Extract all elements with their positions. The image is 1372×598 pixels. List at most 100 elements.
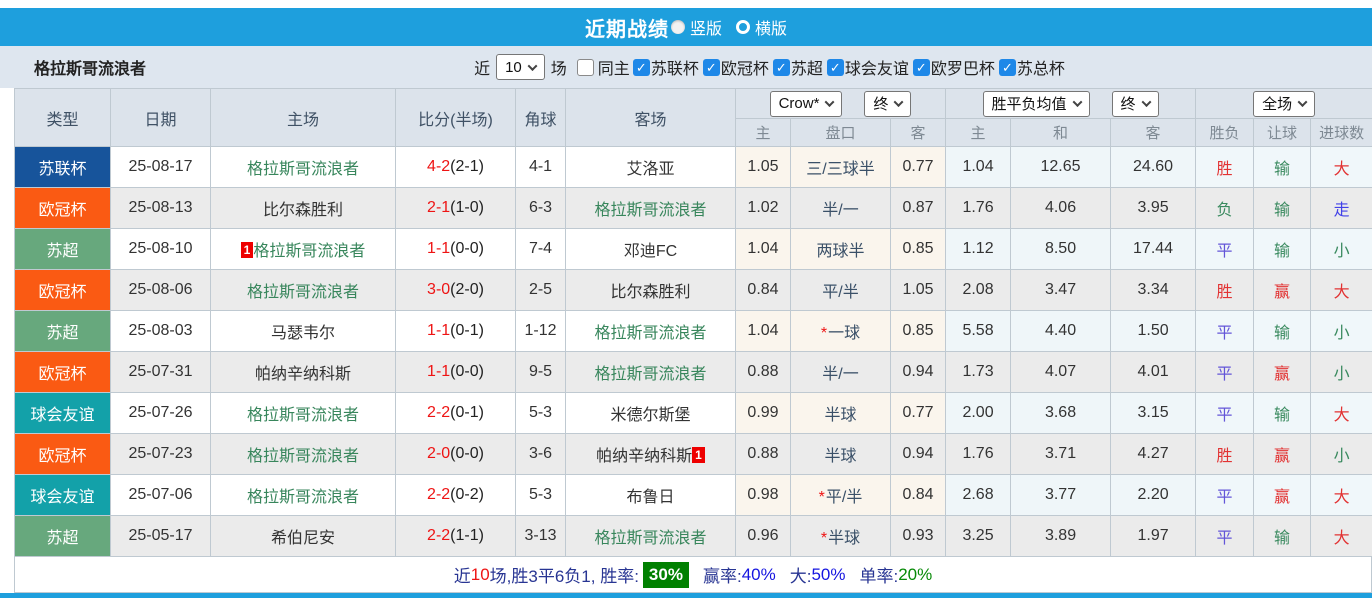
team-link[interactable]: 格拉斯哥流浪者 xyxy=(247,407,359,424)
goals-result-cell: 小 xyxy=(1310,310,1372,352)
scope-select[interactable]: 全场 xyxy=(1253,90,1316,117)
league-checkbox-label[interactable]: 苏联杯 xyxy=(651,55,699,79)
odds-away-cell: 0.93 xyxy=(889,515,947,557)
odds-group-header: Crow* 终 xyxy=(734,88,947,119)
handicap-result-cell: 输 xyxy=(1253,310,1312,352)
odds-away-cell: 0.85 xyxy=(889,228,947,270)
mean-away-cell: 4.27 xyxy=(1110,433,1197,475)
radio-vertical-selected[interactable] xyxy=(670,20,685,34)
handicap-line-cell: 三/三球半 xyxy=(790,146,891,188)
mean-draw-cell: 4.07 xyxy=(1010,351,1112,393)
team-name: 格拉斯哥流浪者 xyxy=(34,61,147,78)
radio-vertical-label[interactable]: 竖版 xyxy=(690,15,722,39)
same-home-label: 同主 xyxy=(597,61,630,78)
league-checkbox[interactable]: ✓ xyxy=(632,58,650,76)
odds-away-cell: 0.77 xyxy=(889,146,947,188)
team-link: 布鲁日 xyxy=(626,489,675,506)
mean-home-cell: 3.25 xyxy=(945,515,1012,557)
league-checkbox-label[interactable]: 球会友谊 xyxy=(845,55,909,79)
col-handicap: 让球 xyxy=(1253,118,1312,147)
team-link[interactable]: 格拉斯哥流浪者 xyxy=(247,448,359,465)
goals-result-cell: 小 xyxy=(1310,433,1372,475)
corner-cell: 6-3 xyxy=(515,187,566,229)
home-team-cell: 帕纳辛纳科斯 xyxy=(210,351,396,393)
team-link: 比尔森胜利 xyxy=(262,202,343,219)
league-checkbox-label[interactable]: 欧冠杯 xyxy=(721,55,769,79)
score-cell: 2-2(0-1) xyxy=(395,392,516,434)
league-checkbox-label[interactable]: 欧罗巴杯 xyxy=(931,55,995,79)
radio-horizontal-label[interactable]: 横版 xyxy=(755,15,787,39)
away-team-cell: 格拉斯哥流浪者 xyxy=(565,515,736,557)
goals-result-cell: 大 xyxy=(1310,474,1372,516)
goals-result-cell: 走 xyxy=(1310,187,1372,229)
league-checkbox[interactable]: ✓ xyxy=(912,58,930,76)
team-link[interactable]: 格拉斯哥流浪者 xyxy=(247,284,359,301)
handicap-line-cell: 平/半 xyxy=(790,269,891,311)
col-odds-away: 客 xyxy=(889,118,947,147)
col-odds-home: 主 xyxy=(735,118,791,147)
team-link: 艾洛亚 xyxy=(626,161,675,178)
match-date: 25-07-31 xyxy=(110,351,211,393)
corner-cell: 9-5 xyxy=(515,351,566,393)
league-checkbox[interactable]: ✓ xyxy=(998,58,1016,76)
team-link[interactable]: 格拉斯哥流浪者 xyxy=(594,202,706,219)
handicap-line-cell: 半/一 xyxy=(790,351,891,393)
home-team-cell: 格拉斯哥流浪者 xyxy=(210,474,396,516)
summary-count: 10 xyxy=(470,564,490,584)
result-cell: 平 xyxy=(1195,310,1255,352)
radio-horizontal[interactable] xyxy=(736,20,750,34)
team-link: 希伯尼安 xyxy=(270,530,335,547)
red-card-badge: 1 xyxy=(692,447,705,463)
mean-draw-cell: 3.47 xyxy=(1010,269,1112,311)
mean-stage-select[interactable]: 终 xyxy=(1111,90,1159,117)
corner-cell: 7-4 xyxy=(515,228,566,270)
score-cell: 4-2(2-1) xyxy=(395,146,516,188)
away-team-cell: 格拉斯哥流浪者 xyxy=(565,187,736,229)
match-row: 苏超 25-08-10 1 格拉斯哥流浪者 1-1(0-0) 7-4 邓迪FC 1.04 两球半… xyxy=(14,228,1372,270)
mean-home-cell: 1.76 xyxy=(945,433,1012,475)
win-odds-label: 赢率: xyxy=(702,567,742,586)
home-team-cell: 格拉斯哥流浪者 xyxy=(210,269,396,311)
mean-home-cell: 1.76 xyxy=(945,187,1012,229)
match-date: 25-07-26 xyxy=(110,392,211,434)
league-badge: 苏超 xyxy=(14,515,111,557)
results-table: 类型 日期 主场 比分(半场) 角球 客场 Crow* 终 胜平负均值 终 全场… xyxy=(14,88,1372,557)
match-date: 25-08-10 xyxy=(110,228,211,270)
goals-result-cell: 大 xyxy=(1310,269,1372,311)
score-cell: 2-0(0-0) xyxy=(395,433,516,475)
chevron-down-icon xyxy=(1141,97,1152,108)
bookmaker-select[interactable]: Crow* xyxy=(769,90,843,117)
league-checkbox-label[interactable]: 苏超 xyxy=(791,55,823,79)
team-link[interactable]: 格拉斯哥流浪者 xyxy=(594,325,706,342)
handicap-result-cell: 输 xyxy=(1253,515,1312,557)
goals-result-cell: 大 xyxy=(1310,515,1372,557)
odds-stage-select[interactable]: 终 xyxy=(864,90,912,117)
chevron-down-icon xyxy=(893,97,904,108)
match-row: 苏超 25-08-03 马瑟韦尔 1-1(0-1) 1-12 格拉斯哥流浪者 1.04 *一球… xyxy=(14,310,1372,352)
handicap-result-cell: 赢 xyxy=(1253,351,1312,393)
mean-draw-cell: 8.50 xyxy=(1010,228,1112,270)
win-odds-value: 40% xyxy=(741,564,776,584)
mean-away-cell: 4.01 xyxy=(1110,351,1197,393)
corner-cell: 5-3 xyxy=(515,392,566,434)
team-link[interactable]: 格拉斯哥流浪者 xyxy=(253,243,365,260)
league-badge: 欧冠杯 xyxy=(14,269,111,311)
mean-away-cell: 17.44 xyxy=(1110,228,1197,270)
league-checkbox[interactable]: ✓ xyxy=(702,58,720,76)
league-checkbox[interactable]: ✓ xyxy=(772,58,790,76)
team-link[interactable]: 格拉斯哥流浪者 xyxy=(594,530,706,547)
league-badge: 欧冠杯 xyxy=(14,187,111,229)
league-checkbox[interactable]: ✓ xyxy=(826,58,844,76)
same-home-checkbox[interactable] xyxy=(576,58,594,76)
team-link[interactable]: 格拉斯哥流浪者 xyxy=(247,161,359,178)
match-date: 25-08-06 xyxy=(110,269,211,311)
match-count-select[interactable]: 10 xyxy=(496,54,545,80)
mean-home-cell: 1.04 xyxy=(945,146,1012,188)
near-label: 近 xyxy=(474,61,491,78)
team-link[interactable]: 格拉斯哥流浪者 xyxy=(247,489,359,506)
league-badge: 苏超 xyxy=(14,310,111,352)
team-link[interactable]: 格拉斯哥流浪者 xyxy=(594,366,706,383)
league-checkbox-label[interactable]: 苏总杯 xyxy=(1017,55,1065,79)
mean-type-select[interactable]: 胜平负均值 xyxy=(982,90,1090,117)
league-badge: 欧冠杯 xyxy=(14,433,111,475)
